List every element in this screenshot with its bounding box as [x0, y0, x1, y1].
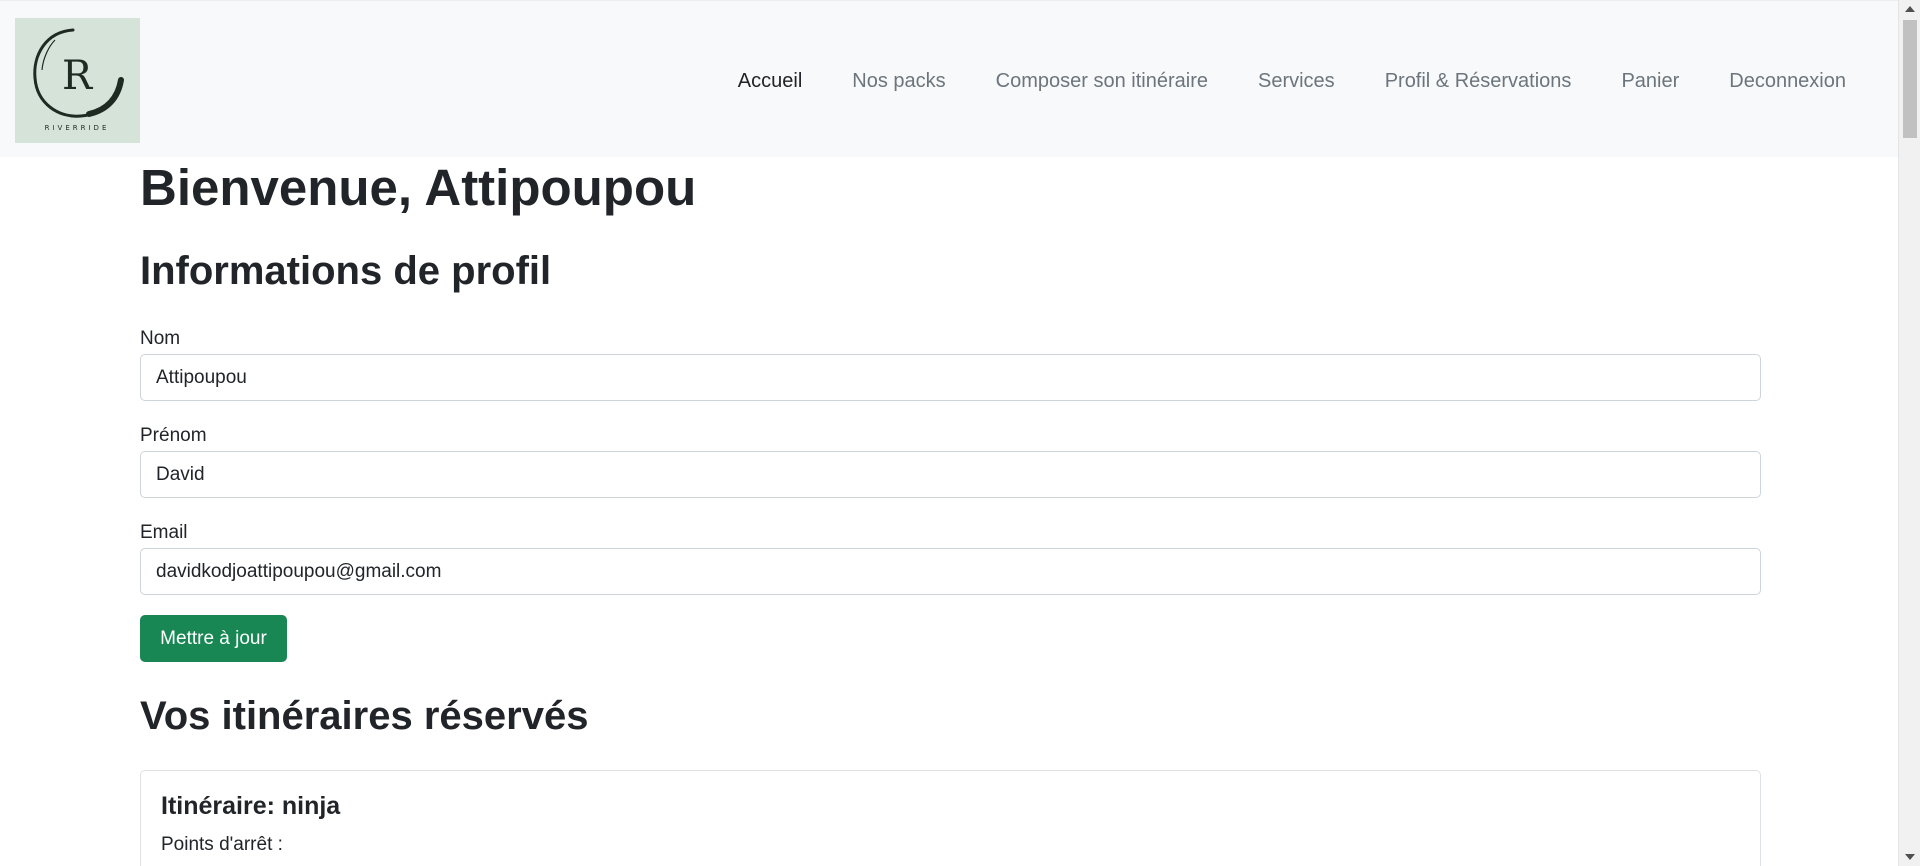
- logo-wordmark: RIVERRIDE: [45, 124, 110, 132]
- scrollbar-thumb[interactable]: [1903, 20, 1917, 138]
- reservation-stops-label: Points d'arrêt :: [161, 834, 283, 855]
- email-label: Email: [140, 522, 188, 543]
- logo-letter: R: [62, 53, 94, 99]
- prenom-label: Prénom: [140, 425, 207, 446]
- nav-item-nos-packs[interactable]: Nos packs: [827, 69, 970, 93]
- triangle-up-icon[interactable]: [1899, 0, 1920, 18]
- nav-item-profil-reservations[interactable]: Profil & Réservations: [1360, 69, 1597, 93]
- page: R RIVERRIDE Accueil Nos packs Composer s…: [0, 0, 1898, 866]
- welcome-heading: Bienvenue, Attipoupou: [140, 159, 697, 216]
- vertical-scrollbar[interactable]: [1898, 0, 1920, 866]
- nav-menu: Accueil Nos packs Composer son itinérair…: [713, 69, 1846, 93]
- logo-ring-icon: R RIVERRIDE: [33, 28, 124, 132]
- email-field[interactable]: [140, 548, 1761, 595]
- triangle-down-icon[interactable]: [1899, 848, 1920, 866]
- brand-logo[interactable]: R RIVERRIDE: [15, 18, 140, 143]
- reservation-title: Itinéraire: ninja: [161, 792, 341, 820]
- nav-item-composer-itineraire[interactable]: Composer son itinéraire: [971, 69, 1233, 93]
- nav-item-deconnexion[interactable]: Deconnexion: [1704, 69, 1846, 93]
- prenom-field[interactable]: [140, 451, 1761, 498]
- profile-section-title: Informations de profil: [140, 249, 552, 293]
- nav-item-panier[interactable]: Panier: [1596, 69, 1704, 93]
- nav-item-accueil[interactable]: Accueil: [713, 69, 827, 93]
- nom-field[interactable]: [140, 354, 1761, 401]
- reservations-section-title: Vos itinéraires réservés: [140, 694, 589, 738]
- nav-item-services[interactable]: Services: [1233, 69, 1360, 93]
- nom-label: Nom: [140, 328, 181, 349]
- reservation-card: Itinéraire: ninja Points d'arrêt :: [140, 770, 1761, 866]
- navbar: R RIVERRIDE Accueil Nos packs Composer s…: [0, 0, 1898, 157]
- update-profile-button[interactable]: Mettre à jour: [140, 615, 287, 662]
